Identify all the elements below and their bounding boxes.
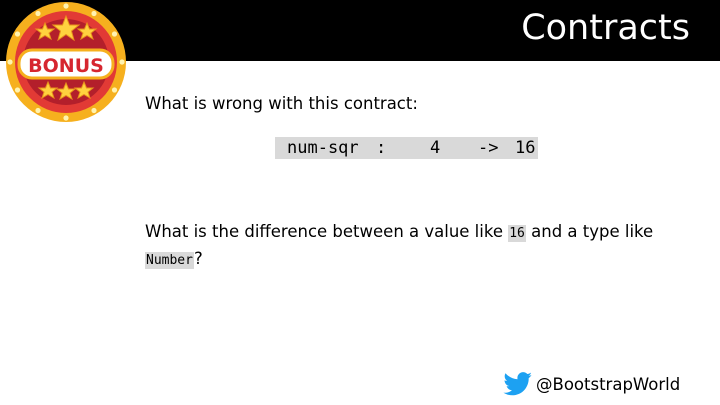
contract-range: 16 <box>515 138 536 158</box>
q2-text-after: ? <box>193 249 203 268</box>
q2-text-before: What is the difference between a value l… <box>145 222 509 241</box>
question-contract: What is wrong with this contract: <box>145 94 418 113</box>
twitter-bird-icon <box>503 372 532 396</box>
footer-twitter: @BootstrapWorld <box>503 372 680 396</box>
question-value-vs-type: What is the difference between a value l… <box>145 219 685 273</box>
contract-code-block: num-sqr : 4 -> 16 <box>275 137 538 159</box>
contract-arrow: -> <box>478 138 499 158</box>
q2-text-middle: and a type like <box>525 222 654 241</box>
type-code: Number <box>145 252 194 269</box>
bonus-badge-icon: BONUS <box>6 2 126 122</box>
contract-domain: 4 <box>430 138 441 158</box>
slide: Contracts BONUS What is wrong with this … <box>0 0 720 405</box>
value-code: 16 <box>508 225 526 242</box>
contract-name: num-sqr <box>287 138 359 158</box>
twitter-handle: @BootstrapWorld <box>536 374 681 394</box>
slide-title: Contracts <box>521 8 690 48</box>
bonus-label: BONUS <box>28 55 104 77</box>
contract-colon: : <box>376 138 387 158</box>
